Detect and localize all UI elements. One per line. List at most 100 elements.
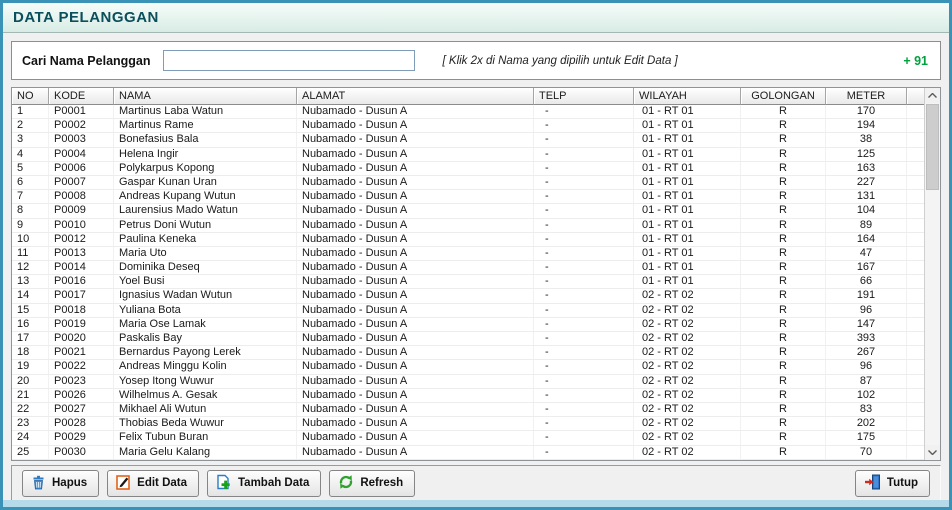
table-row[interactable]: 22P0027Mikhael Ali WutunNubamado - Dusun… <box>12 403 924 417</box>
cell-alamat: Nubamado - Dusun A <box>297 162 534 175</box>
table-row[interactable]: 8P0009Laurensius Mado WatunNubamado - Du… <box>12 204 924 218</box>
table-row[interactable]: 13P0016Yoel BusiNubamado - Dusun A-01 - … <box>12 275 924 289</box>
cell-no: 25 <box>12 446 49 459</box>
cell-nama: Yosep Itong Wuwur <box>114 375 297 388</box>
cell-meter: 194 <box>826 119 907 132</box>
column-header-nama[interactable]: NAMA <box>114 88 297 105</box>
cell-wilayah: 02 - RT 02 <box>634 289 741 302</box>
refresh-button[interactable]: Refresh <box>329 470 415 497</box>
cell-alamat: Nubamado - Dusun A <box>297 176 534 189</box>
table-row[interactable]: 1P0001Martinus Laba WatunNubamado - Dusu… <box>12 105 924 119</box>
column-header-telp[interactable]: TELP <box>534 88 634 105</box>
cell-nama: Thobias Beda Wuwur <box>114 417 297 430</box>
cell-no: 13 <box>12 275 49 288</box>
cell-no: 3 <box>12 133 49 146</box>
table-row[interactable]: 18P0021Bernardus Payong LerekNubamado - … <box>12 346 924 360</box>
table-row[interactable]: 14P0017Ignasius Wadan WutunNubamado - Du… <box>12 289 924 303</box>
cell-kode: P0022 <box>49 360 114 373</box>
exit-door-icon <box>864 474 881 493</box>
edit-data-button[interactable]: Edit Data <box>107 470 199 497</box>
cell-filler <box>907 190 924 203</box>
table-row[interactable]: 9P0010Petrus Doni WutunNubamado - Dusun … <box>12 219 924 233</box>
tutup-button[interactable]: Tutup <box>855 470 930 497</box>
cell-nama: Wilhelmus A. Gesak <box>114 389 297 402</box>
cell-meter: 175 <box>826 431 907 444</box>
cell-wilayah: 01 - RT 01 <box>634 261 741 274</box>
table-row[interactable]: 11P0013Maria UtoNubamado - Dusun A-01 - … <box>12 247 924 261</box>
cell-filler <box>907 346 924 359</box>
cell-no: 20 <box>12 375 49 388</box>
table-row[interactable]: 4P0004Helena IngirNubamado - Dusun A-01 … <box>12 148 924 162</box>
hapus-button[interactable]: Hapus <box>22 470 99 497</box>
column-header-golongan[interactable]: GOLONGAN <box>741 88 826 105</box>
cell-no: 4 <box>12 148 49 161</box>
table-row[interactable]: 10P0012Paulina KenekaNubamado - Dusun A-… <box>12 233 924 247</box>
cell-golongan: R <box>741 318 826 331</box>
table-row[interactable]: 21P0026Wilhelmus A. GesakNubamado - Dusu… <box>12 389 924 403</box>
cell-kode: P0019 <box>49 318 114 331</box>
cell-kode: P0013 <box>49 247 114 260</box>
cell-kode: P0010 <box>49 219 114 232</box>
cell-kode: P0030 <box>49 446 114 459</box>
cell-nama: Felix Tubun Buran <box>114 431 297 444</box>
vertical-scrollbar[interactable] <box>924 88 940 460</box>
cell-meter: 164 <box>826 233 907 246</box>
column-header-no[interactable]: NO <box>12 88 49 105</box>
cell-telp: - <box>534 375 634 388</box>
table-row[interactable]: 16P0019Maria Ose LamakNubamado - Dusun A… <box>12 318 924 332</box>
table-row[interactable]: 3P0003Bonefasius BalaNubamado - Dusun A-… <box>12 133 924 147</box>
refresh-arrows-icon <box>338 474 354 493</box>
cell-no: 5 <box>12 162 49 175</box>
cell-meter: 267 <box>826 346 907 359</box>
cell-alamat: Nubamado - Dusun A <box>297 304 534 317</box>
cell-meter: 170 <box>826 105 907 118</box>
cell-wilayah: 02 - RT 02 <box>634 403 741 416</box>
cell-alamat: Nubamado - Dusun A <box>297 346 534 359</box>
cell-nama: Mikhael Ali Wutun <box>114 403 297 416</box>
column-header-meter[interactable]: METER <box>826 88 907 105</box>
table-row[interactable]: 19P0022Andreas Minggu KolinNubamado - Du… <box>12 360 924 374</box>
tambah-data-button[interactable]: Tambah Data <box>207 470 321 497</box>
search-input[interactable] <box>163 50 415 71</box>
cell-golongan: R <box>741 219 826 232</box>
cell-alamat: Nubamado - Dusun A <box>297 332 534 345</box>
cell-alamat: Nubamado - Dusun A <box>297 403 534 416</box>
cell-telp: - <box>534 204 634 217</box>
cell-wilayah: 02 - RT 02 <box>634 446 741 459</box>
table-row[interactable]: 23P0028Thobias Beda WuwurNubamado - Dusu… <box>12 417 924 431</box>
scroll-down-icon[interactable] <box>925 445 940 460</box>
table-rows[interactable]: 1P0001Martinus Laba WatunNubamado - Dusu… <box>12 105 924 460</box>
table-row[interactable]: 20P0023Yosep Itong WuwurNubamado - Dusun… <box>12 375 924 389</box>
column-header-kode[interactable]: KODE <box>49 88 114 105</box>
cell-meter: 227 <box>826 176 907 189</box>
table-row[interactable]: 2P0002Martinus RameNubamado - Dusun A-01… <box>12 119 924 133</box>
cell-nama: Gaspar Kunan Uran <box>114 176 297 189</box>
cell-no: 18 <box>12 346 49 359</box>
cell-no: 14 <box>12 289 49 302</box>
cell-alamat: Nubamado - Dusun A <box>297 375 534 388</box>
cell-telp: - <box>534 148 634 161</box>
scroll-up-icon[interactable] <box>925 88 940 103</box>
table-row[interactable]: 12P0014Dominika DeseqNubamado - Dusun A-… <box>12 261 924 275</box>
column-header-filler <box>907 88 924 105</box>
refresh-button-label: Refresh <box>360 477 403 489</box>
column-header-wilayah[interactable]: WILAYAH <box>634 88 741 105</box>
cell-nama: Laurensius Mado Watun <box>114 204 297 217</box>
table-row[interactable]: 6P0007Gaspar Kunan UranNubamado - Dusun … <box>12 176 924 190</box>
table-row[interactable]: 24P0029Felix Tubun BuranNubamado - Dusun… <box>12 431 924 445</box>
column-header-alamat[interactable]: ALAMAT <box>297 88 534 105</box>
cell-kode: P0028 <box>49 417 114 430</box>
table-row[interactable]: 17P0020Paskalis BayNubamado - Dusun A-02… <box>12 332 924 346</box>
table-row[interactable]: 15P0018Yuliana BotaNubamado - Dusun A-02… <box>12 304 924 318</box>
cell-golongan: R <box>741 148 826 161</box>
table-row[interactable]: 25P0030Maria Gelu KalangNubamado - Dusun… <box>12 446 924 460</box>
cell-telp: - <box>534 233 634 246</box>
cell-alamat: Nubamado - Dusun A <box>297 190 534 203</box>
cell-telp: - <box>534 119 634 132</box>
cell-golongan: R <box>741 162 826 175</box>
table-row[interactable]: 5P0006Polykarpus KopongNubamado - Dusun … <box>12 162 924 176</box>
cell-kode: P0006 <box>49 162 114 175</box>
cell-meter: 163 <box>826 162 907 175</box>
table-row[interactable]: 7P0008Andreas Kupang WutunNubamado - Dus… <box>12 190 924 204</box>
scrollbar-thumb[interactable] <box>926 104 939 190</box>
